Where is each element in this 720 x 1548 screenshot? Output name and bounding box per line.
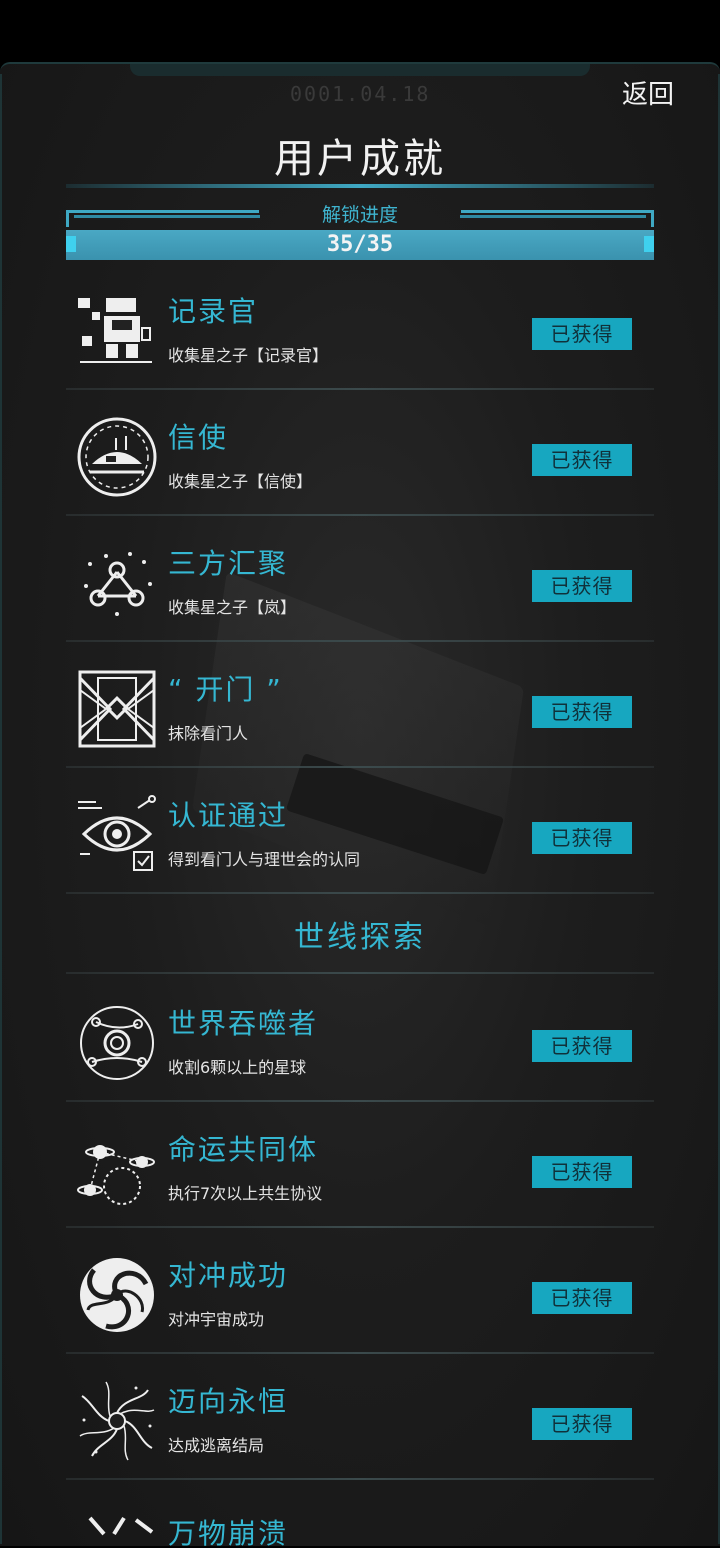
achievement-item: 世界吞噬者 收割6颗以上的星球 已获得 xyxy=(66,976,654,1102)
achievement-name: 认证通过 xyxy=(168,799,289,832)
achievement-item: 记录官 收集星之子【记录官】 已获得 xyxy=(66,264,654,390)
achievement-item: “ 开门 ” 抹除看门人 已获得 xyxy=(66,642,654,768)
achievement-desc: 收集星之子【信使】 xyxy=(168,472,313,491)
panel-edge-left xyxy=(0,74,2,1544)
achievement-desc: 收集星之子【记录官】 xyxy=(168,346,329,365)
achievement-item: 三方汇聚 收集星之子【岚】 已获得 xyxy=(66,516,654,642)
achievement-name: 三方汇聚 xyxy=(168,547,289,580)
back-button[interactable]: 返回 xyxy=(622,74,674,111)
item-divider xyxy=(66,892,654,894)
obtained-badge[interactable]: 已获得 xyxy=(532,1156,632,1188)
achievement-desc: 收割6颗以上的星球 xyxy=(168,1058,307,1077)
obtained-badge[interactable]: 已获得 xyxy=(532,1282,632,1314)
section-title: 世线探索 xyxy=(294,920,426,955)
obtained-badge[interactable]: 已获得 xyxy=(532,1408,632,1440)
achievement-name: 记录官 xyxy=(168,295,259,328)
achievement-name: “ 开门 ” xyxy=(168,673,283,706)
obtained-badge[interactable]: 已获得 xyxy=(532,822,632,854)
achievement-name: 对冲成功 xyxy=(168,1259,289,1292)
swirl-icon xyxy=(79,1381,155,1461)
ship-in-circle-icon xyxy=(77,417,157,497)
gate-icon xyxy=(78,670,156,748)
achievement-desc: 对冲宇宙成功 xyxy=(168,1310,265,1329)
progress-label: 解锁进度 xyxy=(321,204,398,226)
obtained-badge[interactable]: 已获得 xyxy=(532,1030,632,1062)
obtained-badge[interactable]: 已获得 xyxy=(532,696,632,728)
progress-text: 35/35 xyxy=(326,232,394,257)
section-divider xyxy=(66,972,654,974)
three-nodes-icon xyxy=(84,552,152,616)
achievement-item: 命运共同体 执行7次以上共生协议 已获得 xyxy=(66,1102,654,1228)
panel-notch xyxy=(130,64,590,76)
achievement-item: 对冲成功 对冲宇宙成功 已获得 xyxy=(66,1228,654,1354)
achievement-desc: 收集星之子【岚】 xyxy=(168,598,297,617)
item-divider xyxy=(66,1478,654,1480)
obtained-badge[interactable]: 已获得 xyxy=(532,444,632,476)
obtained-badge[interactable]: 已获得 xyxy=(532,570,632,602)
unlock-progress: 解锁进度 35/35 xyxy=(66,204,654,260)
vortex-icon xyxy=(80,1258,154,1332)
page-title: 用户成就 xyxy=(274,136,446,182)
planet-orbit-icon xyxy=(80,1006,154,1080)
robot-archivist-icon xyxy=(78,298,152,363)
achievement-desc: 得到看门人与理世会的认同 xyxy=(168,850,361,869)
achievement-name: 世界吞噬者 xyxy=(168,1007,319,1040)
achievement-desc: 执行7次以上共生协议 xyxy=(168,1184,323,1203)
title-divider xyxy=(66,184,654,188)
linked-planets-icon xyxy=(77,1145,155,1205)
achievement-item: 认证通过 得到看门人与理世会的认同 已获得 xyxy=(66,768,654,894)
achievement-item: 信使 收集星之子【信使】 已获得 xyxy=(66,390,654,516)
achievement-name: 迈向永恒 xyxy=(168,1385,289,1418)
achievement-item: 迈向永恒 达成逃离结局 已获得 xyxy=(66,1354,654,1480)
achievement-name: 命运共同体 xyxy=(168,1133,319,1166)
status-bar xyxy=(0,0,720,62)
date-stamp: 0001.04.18 xyxy=(290,82,431,106)
collapse-icon xyxy=(88,1516,154,1536)
eye-verify-icon xyxy=(78,795,156,871)
achievement-desc: 达成逃离结局 xyxy=(168,1436,265,1455)
obtained-badge[interactable]: 已获得 xyxy=(532,318,632,350)
achievement-item-partial: 万物崩溃 xyxy=(66,1508,654,1548)
achievement-name: 信使 xyxy=(168,421,229,454)
achievement-desc: 抹除看门人 xyxy=(168,724,249,743)
achievement-name: 万物崩溃 xyxy=(168,1517,289,1548)
